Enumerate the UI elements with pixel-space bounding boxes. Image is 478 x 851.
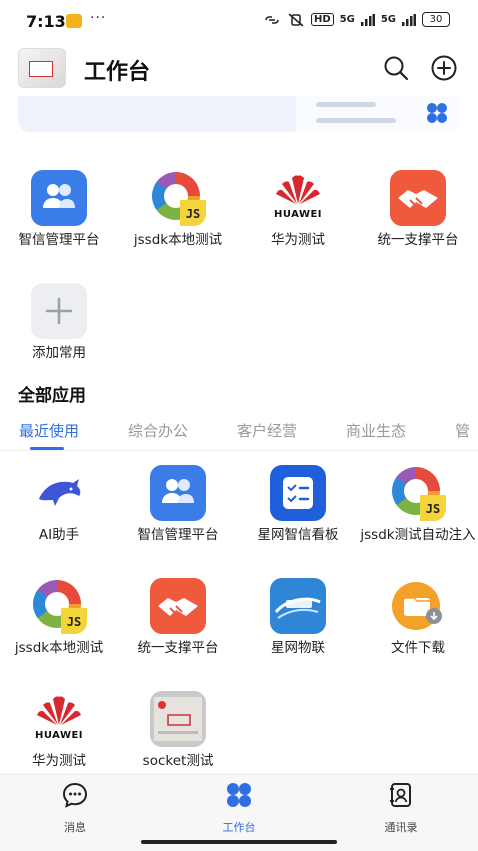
section-title: 全部应用 [18, 386, 86, 406]
tab-customer[interactable]: 客户经营 [237, 420, 297, 441]
header: 工作台 [0, 44, 478, 92]
huawei-icon: HUAWEI [270, 170, 326, 226]
app-label: 华为测试 [271, 232, 325, 248]
banner[interactable] [18, 96, 460, 132]
certificate-icon [150, 691, 206, 747]
app-zhixin[interactable]: 智信管理平台 [119, 465, 237, 544]
iot-icon [270, 578, 326, 634]
nav-label: 工作台 [222, 821, 256, 834]
app-label: jssdk本地测试 [14, 640, 104, 656]
app-jssdk-local[interactable]: JS jssdk本地测试 [0, 578, 118, 657]
workbench-icon [227, 783, 251, 807]
app-label: 统一支撑平台 [377, 232, 459, 248]
favorite-huawei[interactable]: HUAWEI 华为测试 [239, 170, 357, 249]
tab-recent[interactable]: 最近使用 [19, 420, 79, 441]
tab-underline [30, 447, 64, 450]
app-label: socket测试 [142, 753, 214, 769]
app-label: AI助手 [38, 527, 80, 543]
app-board[interactable]: 星网智信看板 [239, 465, 357, 544]
nav-workbench[interactable]: 工作台 [194, 781, 284, 835]
tab-ecosystem[interactable]: 商业生态 [346, 420, 406, 441]
more-notifications-icon: ··· [90, 10, 107, 26]
app-label: 统一支撑平台 [137, 640, 219, 656]
favorite-tongyi[interactable]: 统一支撑平台 [359, 170, 477, 249]
app-huawei[interactable]: HUAWEI 华为测试 [0, 691, 118, 770]
app-label: 文件下载 [391, 640, 445, 656]
nav-messages[interactable]: 消息 [30, 781, 120, 835]
signal-2: 5G [380, 14, 396, 25]
app-file-download[interactable]: 文件下载 [359, 578, 477, 657]
app-tongyi[interactable]: 统一支撑平台 [119, 578, 237, 657]
status-indicators: HD 5G 5G 30 [263, 12, 450, 27]
jssdk-icon: JS [150, 170, 206, 226]
chat-icon [62, 782, 88, 808]
huawei-icon: HUAWEI [31, 691, 87, 747]
link-icon [265, 15, 279, 24]
dolphin-icon [31, 465, 87, 521]
favorite-zhixin[interactable]: 智信管理平台 [0, 170, 118, 249]
app-label: 智信管理平台 [18, 232, 100, 248]
app-iot[interactable]: 星网物联 [239, 578, 357, 657]
add-icon[interactable] [430, 54, 458, 82]
banner-preview [296, 96, 460, 132]
home-indicator[interactable] [141, 840, 337, 844]
battery-indicator: 30 [422, 12, 450, 27]
app-label: 智信管理平台 [137, 527, 219, 543]
notification-icon [66, 14, 82, 28]
status-bar: 7:13 ··· HD 5G 5G 30 [0, 0, 478, 44]
status-time: 7:13 [26, 12, 66, 31]
people-icon [150, 465, 206, 521]
plus-icon [31, 283, 87, 339]
app-socket[interactable]: socket测试 [119, 691, 237, 770]
app-ai-assistant[interactable]: AI助手 [0, 465, 118, 544]
search-icon[interactable] [382, 54, 410, 82]
signal-bars-icon [402, 13, 416, 26]
app-label: 星网物联 [271, 640, 325, 656]
category-tabs: 最近使用 综合办公 客户经营 商业生态 管 [0, 414, 478, 451]
avatar[interactable] [18, 48, 66, 88]
contacts-icon [390, 783, 411, 807]
page-title: 工作台 [84, 60, 151, 85]
board-icon [270, 465, 326, 521]
handshake-icon [390, 170, 446, 226]
app-label: jssdk本地测试 [133, 232, 223, 248]
app-jssdk-auto[interactable]: JS jssdk测试自动注入 [359, 465, 477, 544]
nav-label: 通讯录 [384, 821, 418, 834]
tab-manage[interactable]: 管 [455, 420, 470, 441]
favorite-jssdk-local[interactable]: JS jssdk本地测试 [119, 170, 237, 249]
nav-contacts[interactable]: 通讯录 [356, 781, 446, 835]
app-label: 添加常用 [32, 345, 86, 361]
folder-download-icon [390, 578, 446, 634]
tab-office[interactable]: 综合办公 [128, 420, 188, 441]
app-label: 星网智信看板 [257, 527, 339, 543]
workbench-icon [427, 103, 447, 123]
hd-badge: HD [310, 13, 334, 26]
add-favorite-button[interactable]: 添加常用 [0, 283, 118, 362]
jssdk-icon: JS [390, 465, 446, 521]
vibrate-off-icon [288, 12, 304, 27]
jssdk-icon: JS [31, 578, 87, 634]
signal-1: 5G [339, 14, 355, 25]
signal-bars-icon [360, 13, 375, 26]
app-label: jssdk测试自动注入 [360, 527, 476, 543]
people-icon [31, 170, 87, 226]
handshake-icon [150, 578, 206, 634]
app-label: 华为测试 [32, 753, 86, 769]
nav-label: 消息 [64, 821, 86, 834]
